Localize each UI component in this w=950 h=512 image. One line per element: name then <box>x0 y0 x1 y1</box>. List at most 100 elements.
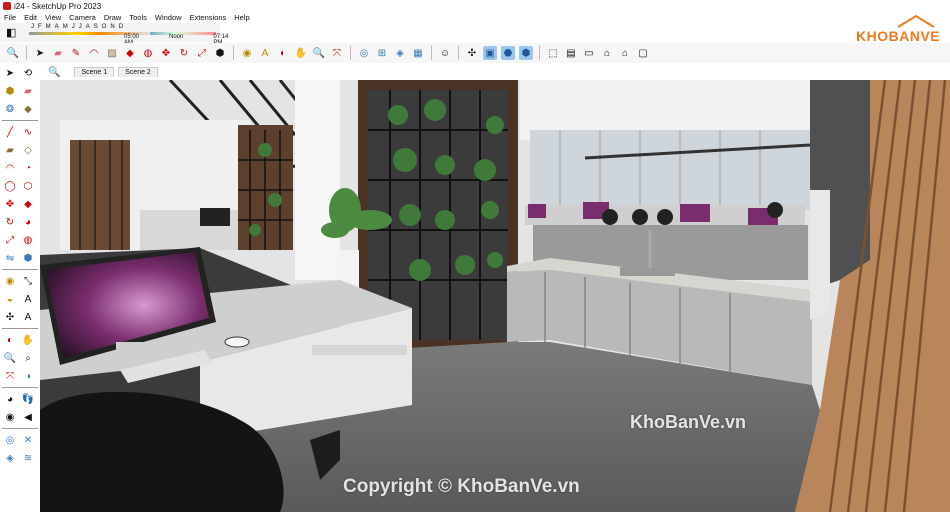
zoom-icon[interactable]: 🔍 <box>3 351 17 365</box>
right-view-icon[interactable]: ⌂ <box>600 46 614 60</box>
back-view-icon[interactable]: ⌂ <box>618 46 632 60</box>
dimension-tool-icon[interactable]: ⤡ <box>21 274 35 288</box>
palette-divider <box>2 269 38 270</box>
scene-tab-1[interactable]: Scene 1 <box>74 67 115 77</box>
shape-tool-icon[interactable]: ▨ <box>105 46 119 60</box>
3d-viewport[interactable]: KhoBanVe.vn Copyright © KhoBanVe.vn <box>40 80 950 512</box>
tag-tool-icon[interactable]: ◆ <box>21 102 35 116</box>
xray-style-icon[interactable]: ▣ <box>483 46 497 60</box>
sandbox-icon[interactable]: ◎ <box>3 433 17 447</box>
search-icon[interactable]: 🔍 <box>48 67 60 78</box>
house-roof-icon <box>897 14 935 28</box>
rectangle-tool-icon[interactable]: ▰ <box>3 143 17 157</box>
menu-help[interactable]: Help <box>230 13 253 22</box>
iso-view-icon[interactable]: ⬚ <box>546 46 560 60</box>
walk-icon[interactable]: 👣 <box>21 392 35 406</box>
scale-tool-icon[interactable]: ⤢ <box>3 233 17 247</box>
title-bar: i24 - SketchUp Pro 2023 <box>0 0 950 12</box>
tape-measure-icon[interactable]: ◉ <box>3 274 17 288</box>
offset-tool-icon[interactable]: ◍ <box>21 233 35 247</box>
pie-tool-icon[interactable]: ◔ <box>21 161 35 175</box>
3d-text-icon[interactable]: A <box>21 310 35 324</box>
eraser-tool-icon[interactable]: ▰ <box>21 84 35 98</box>
zoom-extents-icon[interactable]: ⤧ <box>3 369 17 383</box>
menu-camera[interactable]: Camera <box>65 13 100 22</box>
left-tool-palette: ➤ ⟲ ⬢ ▰ ❂ ◆ ╱ ∿ ▰ ◇ ◠ ◔ ◯ ⬡ ✥ ◆ ↻ ◕ ⤢ ◍ ⇋ ⬢ ◉ ⤡ ◒ A ✣… <box>0 64 41 512</box>
select-tool-icon[interactable]: ➤ <box>3 66 17 80</box>
warehouse-icon[interactable]: ⊞ <box>375 46 389 60</box>
eraser-tool-icon[interactable]: ▰ <box>51 46 65 60</box>
offset-tool-icon[interactable]: ◍ <box>141 46 155 60</box>
pan-icon[interactable]: ✋ <box>21 333 35 347</box>
component-icon[interactable]: ❂ <box>3 102 17 116</box>
toolbar-divider <box>233 46 234 60</box>
search-icon[interactable]: 🔍 <box>6 46 20 60</box>
extension-warehouse-icon[interactable]: ◈ <box>3 451 17 465</box>
section-plane-icon[interactable]: ◀ <box>21 410 35 424</box>
push-pull-tool-icon[interactable]: ◆ <box>123 46 137 60</box>
follow-me-icon[interactable]: ◕ <box>21 215 35 229</box>
arc-tool-icon[interactable]: ◠ <box>87 46 101 60</box>
paint-bucket-icon[interactable]: ⬢ <box>213 46 227 60</box>
menu-draw[interactable]: Draw <box>100 13 126 22</box>
line-tool-icon[interactable]: ✎ <box>69 46 83 60</box>
previous-view-icon[interactable]: ◑ <box>21 369 35 383</box>
axes-icon[interactable]: ✣ <box>3 310 17 324</box>
menu-edit[interactable]: Edit <box>20 13 41 22</box>
menu-file[interactable]: File <box>0 13 20 22</box>
warehouse-icon[interactable]: ✕ <box>21 433 35 447</box>
scale-tool-icon[interactable]: ⤢ <box>195 46 209 60</box>
solid-tool-icon[interactable]: ⬢ <box>21 251 35 265</box>
orbit-icon[interactable]: ◐ <box>3 333 17 347</box>
palette-divider <box>2 328 38 329</box>
look-around-icon[interactable]: ◉ <box>3 410 17 424</box>
account-icon[interactable]: ☺ <box>438 46 452 60</box>
protractor-icon[interactable]: ◒ <box>3 292 17 306</box>
front-view-icon[interactable]: ▭ <box>582 46 596 60</box>
arc-tool-icon[interactable]: ◠ <box>3 161 17 175</box>
shaded-style-icon[interactable]: ⬣ <box>501 46 515 60</box>
scene-tab-2[interactable]: Scene 2 <box>118 67 158 77</box>
sandbox-icon[interactable]: ◎ <box>357 46 371 60</box>
zoom-icon[interactable]: 🔍 <box>312 46 326 60</box>
rotate-tool-icon[interactable]: ↻ <box>177 46 191 60</box>
menu-extensions[interactable]: Extensions <box>186 13 231 22</box>
polygon-tool-icon[interactable]: ⬡ <box>21 179 35 193</box>
textured-style-icon[interactable]: ⬢ <box>519 46 533 60</box>
push-pull-tool-icon[interactable]: ◆ <box>21 197 35 211</box>
zoom-extents-icon[interactable]: ⤧ <box>330 46 344 60</box>
toolbar-divider <box>458 46 459 60</box>
text-tool-icon[interactable]: A <box>258 46 272 60</box>
menu-window[interactable]: Window <box>151 13 186 22</box>
rotate-tool-icon[interactable]: ↻ <box>3 215 17 229</box>
pan-icon[interactable]: ✋ <box>294 46 308 60</box>
move-tool-icon[interactable]: ✥ <box>3 197 17 211</box>
toolbar-divider <box>26 46 27 60</box>
toolbar-divider <box>539 46 540 60</box>
rotated-rect-icon[interactable]: ◇ <box>21 143 35 157</box>
menu-view[interactable]: View <box>41 13 65 22</box>
layout-icon[interactable]: ≋ <box>21 451 35 465</box>
position-camera-icon[interactable]: ◕ <box>3 392 17 406</box>
toolbar-divider <box>431 46 432 60</box>
move-tool-icon[interactable]: ✥ <box>159 46 173 60</box>
paint-bucket-icon[interactable]: ⬢ <box>3 84 17 98</box>
orbit-icon[interactable]: ◐ <box>276 46 290 60</box>
lasso-icon[interactable]: ⟲ <box>21 66 35 80</box>
extension-warehouse-icon[interactable]: ◈ <box>393 46 407 60</box>
circle-tool-icon[interactable]: ◯ <box>3 179 17 193</box>
axes-icon[interactable]: ✣ <box>465 46 479 60</box>
menu-tools[interactable]: Tools <box>125 13 151 22</box>
shadow-toggle-icon[interactable]: ◧ <box>6 26 16 39</box>
scene-tabs-bar: 🔍 Scene 1 Scene 2 <box>40 64 950 80</box>
layout-icon[interactable]: ▦ <box>411 46 425 60</box>
tape-measure-icon[interactable]: ◉ <box>240 46 254 60</box>
zoom-window-icon[interactable]: ⌕ <box>21 351 35 365</box>
flip-tool-icon[interactable]: ⇋ <box>3 251 17 265</box>
select-tool-icon[interactable]: ➤ <box>33 46 47 60</box>
top-view-icon[interactable]: ▤ <box>564 46 578 60</box>
line-tool-icon[interactable]: ╱ <box>3 125 17 139</box>
text-tool-icon[interactable]: A <box>21 292 35 306</box>
freehand-tool-icon[interactable]: ∿ <box>21 125 35 139</box>
left-view-icon[interactable]: ▢ <box>636 46 650 60</box>
